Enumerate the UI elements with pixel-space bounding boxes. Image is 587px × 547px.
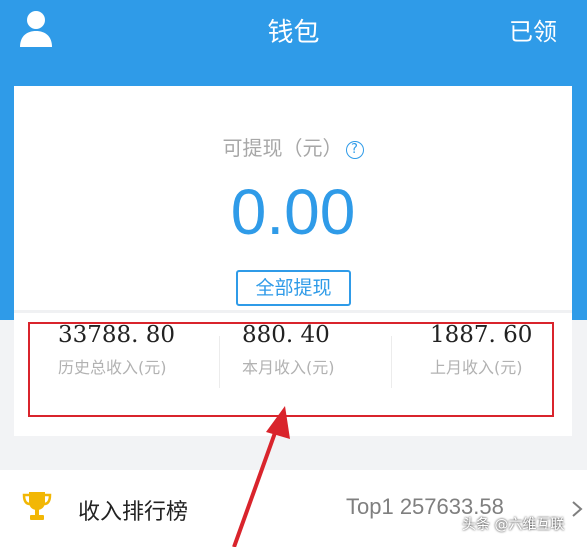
withdrawable-label-text: 可提现（元） [222,136,343,160]
withdrawable-amount: 0.00 [230,176,356,248]
income-ranking-label: 收入排行榜 [78,500,189,525]
chevron-right-icon [572,501,583,517]
withdrawable-label: 可提现（元）? [14,132,572,161]
trophy-icon [22,492,52,520]
claimed-link[interactable]: 已领 [509,12,557,47]
app-header: 钱包 已领 [0,0,587,60]
highlight-box [28,322,554,417]
question-mark-icon[interactable]: ? [345,141,364,159]
page-title: 钱包 [267,18,320,48]
income-ranking-row[interactable]: 收入排行榜 Top1 257633.58 [0,470,587,547]
watermark: 头条 @六维互联 [462,517,565,533]
withdraw-all-button[interactable]: 全部提现 [236,270,351,306]
card-divider [14,310,572,313]
